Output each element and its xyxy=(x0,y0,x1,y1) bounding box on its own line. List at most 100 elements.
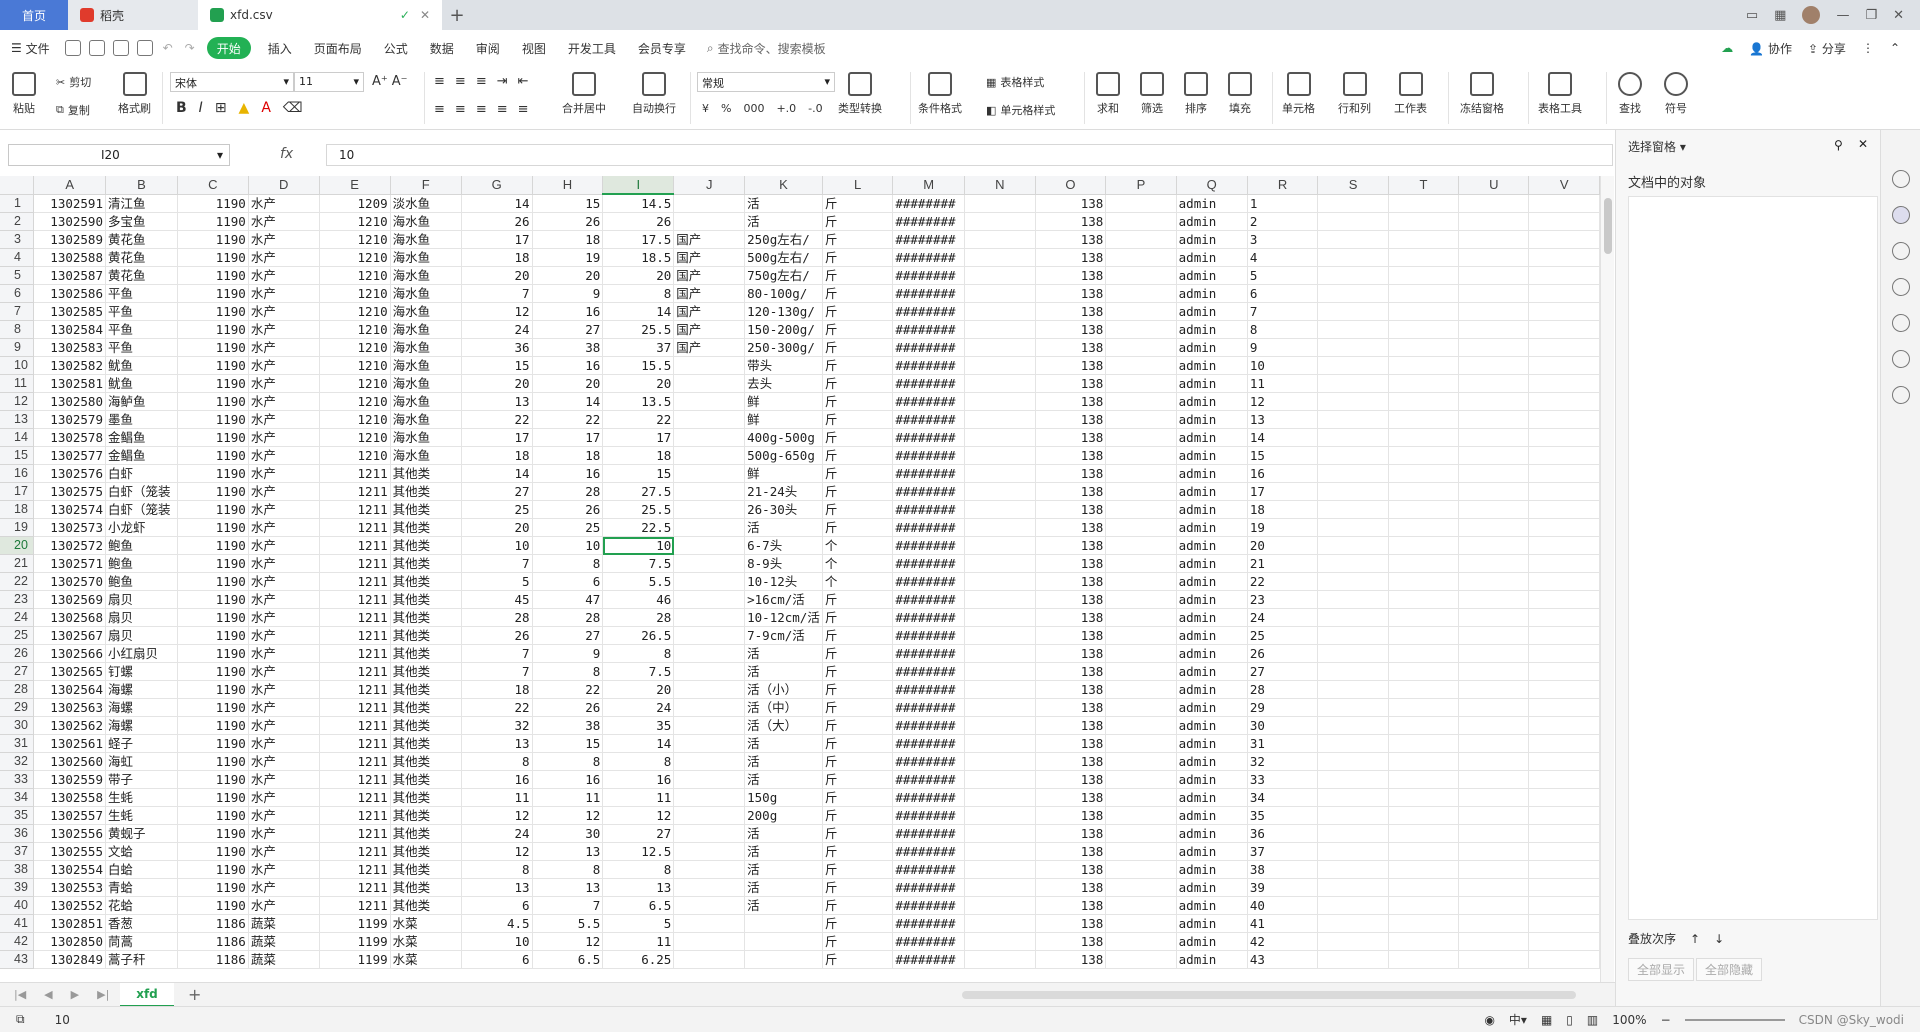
cell-f6[interactable]: 海水鱼 xyxy=(390,284,462,303)
cell-p31[interactable] xyxy=(1105,734,1177,753)
cell-k2[interactable]: 活 xyxy=(744,212,823,231)
freeze-panes-button[interactable]: 冻结窗格 xyxy=(1460,72,1504,116)
cell-n2[interactable] xyxy=(964,212,1036,231)
cell-e39[interactable]: 1211 xyxy=(319,878,391,897)
cell-c30[interactable]: 1190 xyxy=(177,716,249,735)
cell-q17[interactable]: admin xyxy=(1176,482,1248,501)
cell-a7[interactable]: 1302585 xyxy=(33,302,106,321)
cell-j35[interactable] xyxy=(673,806,746,825)
cell-p5[interactable] xyxy=(1105,266,1177,285)
cell-t23[interactable] xyxy=(1388,590,1460,609)
cell-s27[interactable] xyxy=(1317,662,1389,681)
cell-table[interactable]: ABCDEFGHIJKLMNOPQRSTUV 1 1302591 清江鱼 1190 水产… xyxy=(0,176,1600,969)
cell-v31[interactable] xyxy=(1528,734,1600,753)
cell-p16[interactable] xyxy=(1105,464,1177,483)
row-header[interactable]: 29 xyxy=(0,698,35,717)
cell-k31[interactable]: 活 xyxy=(744,734,823,753)
cell-a15[interactable]: 1302577 xyxy=(33,446,106,465)
cell-s34[interactable] xyxy=(1317,788,1389,807)
cell-i2[interactable]: 26 xyxy=(602,212,675,231)
cell-u8[interactable] xyxy=(1458,320,1530,339)
cell-n28[interactable] xyxy=(964,680,1036,699)
cell-j13[interactable] xyxy=(673,410,746,429)
cell-c40[interactable]: 1190 xyxy=(177,896,249,915)
cell-n41[interactable] xyxy=(964,914,1036,933)
cell-t43[interactable] xyxy=(1388,950,1460,969)
column-header-n[interactable]: N xyxy=(964,176,1036,195)
zoom-slider[interactable] xyxy=(1684,1018,1785,1021)
cell-u9[interactable] xyxy=(1458,338,1530,357)
save-icon[interactable] xyxy=(64,40,81,56)
cell-r37[interactable]: 37 xyxy=(1247,842,1319,861)
row-header[interactable]: 39 xyxy=(0,878,35,897)
function-icon[interactable]: fx xyxy=(280,146,293,162)
cell-g41[interactable]: 4.5 xyxy=(461,914,533,933)
cell-m25[interactable]: ######## xyxy=(892,626,966,645)
cell-f43[interactable]: 水菜 xyxy=(390,950,462,969)
cell-s22[interactable] xyxy=(1317,572,1389,591)
cell-f41[interactable]: 水菜 xyxy=(390,914,462,933)
cell-h30[interactable]: 38 xyxy=(532,716,604,735)
cell-k26[interactable]: 活 xyxy=(744,644,823,663)
cell-p22[interactable] xyxy=(1105,572,1177,591)
cell-j14[interactable] xyxy=(673,428,746,447)
cell-t27[interactable] xyxy=(1388,662,1460,681)
cell-e15[interactable]: 1210 xyxy=(319,446,391,465)
cell-k22[interactable]: 10-12头 xyxy=(744,572,823,591)
cell-q2[interactable]: admin xyxy=(1176,212,1248,231)
cell-c43[interactable]: 1186 xyxy=(177,950,249,969)
cell-j11[interactable] xyxy=(673,374,746,393)
cell-q1[interactable]: admin xyxy=(1176,194,1248,213)
cell-m2[interactable]: ######## xyxy=(892,212,966,231)
cell-s19[interactable] xyxy=(1317,518,1389,537)
cell-m4[interactable]: ######## xyxy=(892,248,966,267)
cell-h3[interactable]: 18 xyxy=(532,230,604,249)
cell-h18[interactable]: 26 xyxy=(532,500,604,519)
cell-i14[interactable]: 17 xyxy=(602,428,675,447)
cell-k9[interactable]: 250-300g/ xyxy=(744,338,823,357)
merge-center-button[interactable]: 合并居中 xyxy=(562,72,606,116)
cell-m32[interactable]: ######## xyxy=(892,752,966,771)
cell-s16[interactable] xyxy=(1317,464,1389,483)
cell-q22[interactable]: admin xyxy=(1176,572,1248,591)
cell-i25[interactable]: 26.5 xyxy=(602,626,675,645)
conditional-format-button[interactable]: 条件格式 xyxy=(918,72,962,116)
cell-s8[interactable] xyxy=(1317,320,1389,339)
cell-v26[interactable] xyxy=(1528,644,1600,663)
cell-f29[interactable]: 其他类 xyxy=(390,698,462,717)
cell-h43[interactable]: 6.5 xyxy=(532,950,604,969)
cell-m11[interactable]: ######## xyxy=(892,374,966,393)
cell-f23[interactable]: 其他类 xyxy=(390,590,462,609)
cell-e13[interactable]: 1210 xyxy=(319,410,391,429)
cell-r35[interactable]: 35 xyxy=(1247,806,1319,825)
cell-v20[interactable] xyxy=(1528,536,1600,555)
cell-j43[interactable] xyxy=(673,950,746,969)
cell-t5[interactable] xyxy=(1388,266,1460,285)
cell-e41[interactable]: 1199 xyxy=(319,914,391,933)
cell-o24[interactable]: 138 xyxy=(1035,608,1107,627)
cell-b36[interactable]: 黄蚬子 xyxy=(105,824,178,843)
cell-j22[interactable] xyxy=(673,572,746,591)
tab-home[interactable]: 首页 xyxy=(0,0,68,30)
cell-e33[interactable]: 1211 xyxy=(319,770,391,789)
cell-l35[interactable]: 斤 xyxy=(822,806,894,825)
cell-p15[interactable] xyxy=(1105,446,1177,465)
cell-f19[interactable]: 其他类 xyxy=(390,518,462,537)
cell-n19[interactable] xyxy=(964,518,1036,537)
cell-e36[interactable]: 1211 xyxy=(319,824,391,843)
cell-e7[interactable]: 1210 xyxy=(319,302,391,321)
avatar[interactable] xyxy=(1802,6,1821,24)
minimize-icon[interactable]: — xyxy=(1836,8,1849,23)
cell-j30[interactable] xyxy=(673,716,746,735)
cell-o9[interactable]: 138 xyxy=(1035,338,1107,357)
cell-h22[interactable]: 6 xyxy=(532,572,604,591)
cell-e26[interactable]: 1211 xyxy=(319,644,391,663)
cell-t37[interactable] xyxy=(1388,842,1460,861)
cell-t38[interactable] xyxy=(1388,860,1460,879)
cell-s30[interactable] xyxy=(1317,716,1389,735)
cell-v28[interactable] xyxy=(1528,680,1600,699)
close-pane-icon[interactable]: ✕ xyxy=(1858,137,1868,151)
cell-n17[interactable] xyxy=(964,482,1036,501)
column-header-k[interactable]: K xyxy=(744,176,823,195)
cell-g1[interactable]: 14 xyxy=(461,194,533,213)
